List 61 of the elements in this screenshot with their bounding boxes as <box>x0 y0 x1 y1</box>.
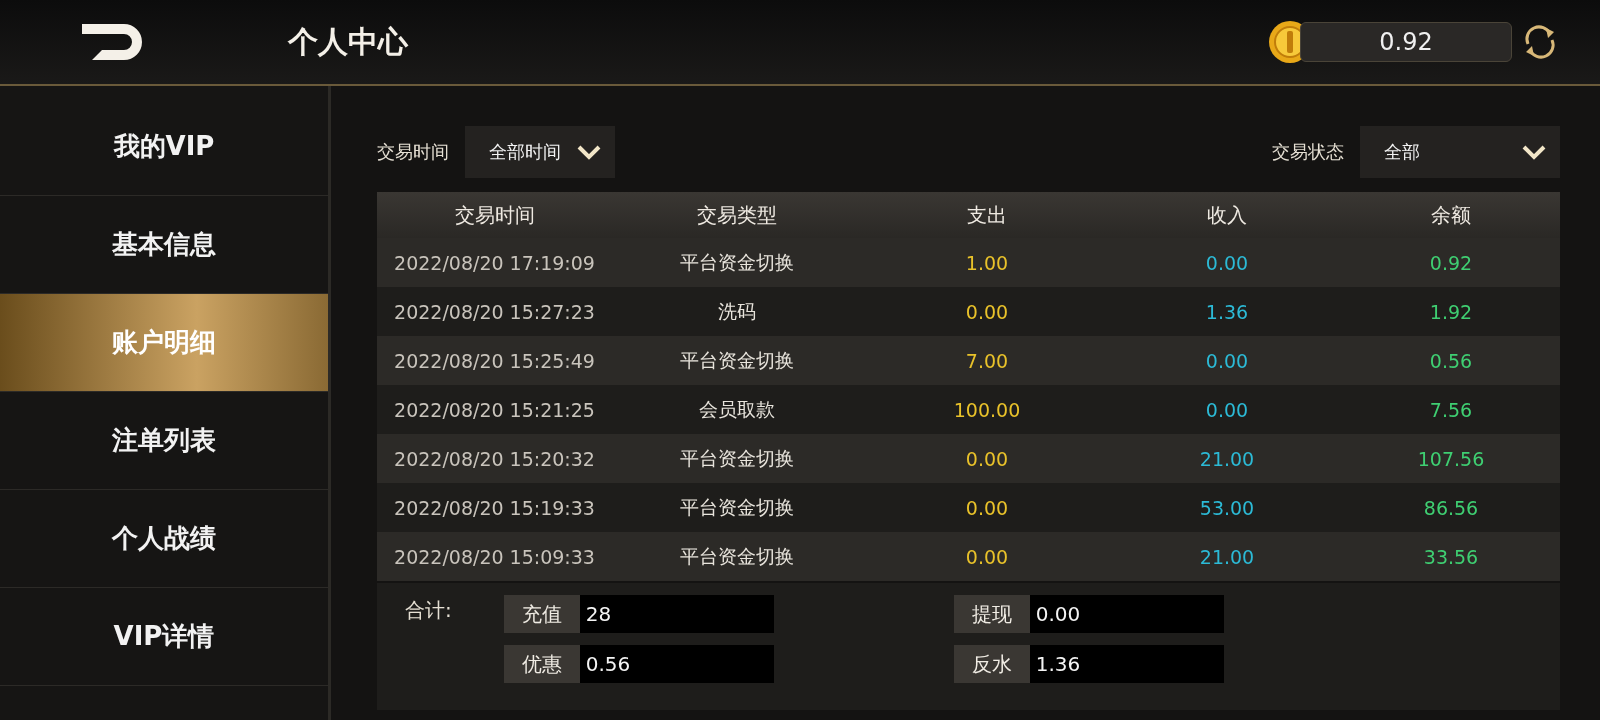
table-cell-text: 1.92 <box>1428 300 1474 323</box>
table-cell-text: 53.00 <box>1198 496 1256 519</box>
table-cell-text: 会员取款 <box>698 396 776 422</box>
column-header: 交易类型 <box>696 201 778 229</box>
table-cell-text: 0.56 <box>1428 349 1474 372</box>
table-cell-text: 0.92 <box>1428 251 1474 274</box>
dropdown[interactable]: 全部时间 <box>465 126 615 178</box>
table-cell-text: 0.00 <box>1204 398 1250 421</box>
table-cell-text: 2022/08/20 17:19:09 <box>393 251 596 274</box>
table-cell-text: 平台资金切换 <box>679 543 795 569</box>
filter-label: 交易状态 <box>1272 140 1344 164</box>
sidebar-item[interactable]: 注单列表 <box>0 392 328 490</box>
table-cell-text: 0.00 <box>964 545 1010 568</box>
value-field: 28 <box>579 595 774 633</box>
table-cell-text: 洗码 <box>717 298 757 324</box>
table-cell-text: 100.00 <box>952 398 1022 421</box>
value-field: 1.36 <box>1029 645 1224 683</box>
sidebar-item[interactable]: 我的VIP <box>0 98 328 196</box>
table-cell-text: 21.00 <box>1198 447 1256 470</box>
field-label: 提现 <box>953 595 1030 633</box>
table-cell-text: 86.56 <box>1422 496 1480 519</box>
dropdown[interactable]: 全部 <box>1360 126 1560 178</box>
table-cell-text: 2022/08/20 15:27:23 <box>393 300 596 323</box>
table-cell-text: 2022/08/20 15:20:32 <box>393 447 596 470</box>
table-cell-text: 2022/08/20 15:09:33 <box>393 545 596 568</box>
table-cell-text: 0.00 <box>964 496 1010 519</box>
field-label: 充值 <box>503 595 580 633</box>
table-cell-text: 0.00 <box>964 447 1010 470</box>
chevron-icon <box>577 144 601 160</box>
table-cell-text: 1.36 <box>1204 300 1250 323</box>
table-cell-text: 0.00 <box>1204 349 1250 372</box>
table-cell-text: 2022/08/20 15:25:49 <box>393 349 596 372</box>
table-cell-text: 2022/08/20 15:21:25 <box>393 398 596 421</box>
field-label: 优惠 <box>503 645 580 683</box>
chevron-icon <box>1522 144 1546 160</box>
table-cell-text: 33.56 <box>1422 545 1480 568</box>
column-header: 余额 <box>1430 201 1472 229</box>
sidebar-item[interactable]: VIP详情 <box>0 588 328 686</box>
balance-field: 0.92 <box>1300 22 1512 62</box>
table-cell-text: 平台资金切换 <box>679 249 795 275</box>
value-field: 0.56 <box>579 645 774 683</box>
table-cell-text: 平台资金切换 <box>679 445 795 471</box>
column-header: 交易时间 <box>453 201 536 229</box>
table-cell-text: 107.56 <box>1416 447 1486 470</box>
value-field: 0.00 <box>1029 595 1224 633</box>
filter-label: 交易时间 <box>377 140 449 164</box>
field-label: 反水 <box>953 645 1030 683</box>
column-header: 支出 <box>966 201 1008 229</box>
table-cell-text: 7.56 <box>1428 398 1474 421</box>
table-cell-text: 1.00 <box>964 251 1010 274</box>
table-cell-text: 平台资金切换 <box>679 347 795 373</box>
table-cell-text: 0.00 <box>1204 251 1250 274</box>
table-cell-text: 平台资金切换 <box>679 494 795 520</box>
table-cell-text: 2022/08/20 15:19:33 <box>393 496 596 519</box>
table-cell-text: 7.00 <box>964 349 1010 372</box>
table-cell-text: 0.00 <box>964 300 1010 323</box>
column-header: 收入 <box>1206 201 1248 229</box>
sidebar-item[interactable]: 个人战绩 <box>0 490 328 588</box>
total-label: 合计: <box>405 597 452 624</box>
table-cell-text: 21.00 <box>1198 545 1256 568</box>
page-title: 个人中心 <box>288 22 408 61</box>
